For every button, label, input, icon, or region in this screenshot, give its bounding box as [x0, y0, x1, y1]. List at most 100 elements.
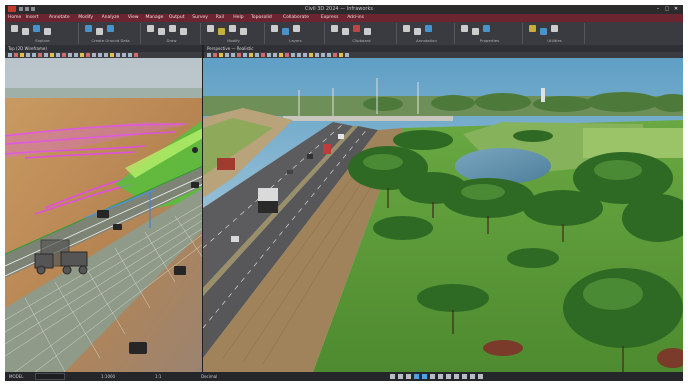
- ribbon-tool-icon[interactable]: [425, 25, 432, 32]
- scale-readout[interactable]: 1:1000: [101, 374, 115, 379]
- polar-icon[interactable]: [414, 374, 419, 379]
- model-tab[interactable]: MODEL: [9, 374, 23, 379]
- viewport-tool-icon[interactable]: [255, 53, 259, 57]
- viewport-tool-icon[interactable]: [68, 53, 72, 57]
- transparency-icon[interactable]: [446, 374, 451, 379]
- viewport-tool-icon[interactable]: [279, 53, 283, 57]
- ribbon-tool-icon[interactable]: [44, 28, 51, 35]
- viewport-tool-icon[interactable]: [231, 53, 235, 57]
- viewport-tool-icon[interactable]: [207, 53, 211, 57]
- ribbon-tool-icon[interactable]: [483, 25, 490, 32]
- viewport-tool-icon[interactable]: [14, 53, 18, 57]
- ribbon-tool-icon[interactable]: [107, 25, 114, 32]
- menu-tab-6[interactable]: Manage: [146, 15, 164, 21]
- maximize-icon[interactable]: □: [664, 6, 670, 12]
- viewport-tool-icon[interactable]: [219, 53, 223, 57]
- workspace-icon[interactable]: [470, 374, 475, 379]
- viewport-tool-icon[interactable]: [134, 53, 138, 57]
- menu-tab-0[interactable]: Home: [8, 15, 21, 21]
- viewport-tool-icon[interactable]: [128, 53, 132, 57]
- viewport-tool-icon[interactable]: [50, 53, 54, 57]
- menu-tab-1[interactable]: Insert: [26, 15, 39, 21]
- viewport-tool-icon[interactable]: [315, 53, 319, 57]
- viewport-tool-icon[interactable]: [32, 53, 36, 57]
- ribbon-tool-icon[interactable]: [551, 25, 558, 32]
- viewport-tool-icon[interactable]: [267, 53, 271, 57]
- ribbon-tool-icon[interactable]: [33, 25, 40, 32]
- viewport-tool-icon[interactable]: [237, 53, 241, 57]
- viewport-tool-icon[interactable]: [291, 53, 295, 57]
- ribbon-tool-icon[interactable]: [282, 28, 289, 35]
- ribbon-tool-icon[interactable]: [169, 25, 176, 32]
- ribbon-tool-icon[interactable]: [22, 28, 29, 35]
- layout-tabs[interactable]: [35, 373, 65, 380]
- left-viewport-title[interactable]: Top (2D Wireframe): [8, 46, 47, 51]
- viewport-tool-icon[interactable]: [86, 53, 90, 57]
- ribbon-tool-icon[interactable]: [11, 25, 18, 32]
- ribbon-tool-icon[interactable]: [180, 28, 187, 35]
- viewport-tool-icon[interactable]: [44, 53, 48, 57]
- annotation-icon[interactable]: [462, 374, 467, 379]
- viewport-tool-icon[interactable]: [297, 53, 301, 57]
- menu-tab-10[interactable]: Help: [233, 15, 243, 21]
- selection-icon[interactable]: [454, 374, 459, 379]
- ribbon-tool-icon[interactable]: [472, 28, 479, 35]
- viewport-tool-icon[interactable]: [285, 53, 289, 57]
- otrack-icon[interactable]: [430, 374, 435, 379]
- menu-tab-13[interactable]: Express: [321, 15, 339, 21]
- viewport-tool-icon[interactable]: [20, 53, 24, 57]
- viewport-tool-icon[interactable]: [74, 53, 78, 57]
- quick-access-new-icon[interactable]: [19, 7, 23, 11]
- app-logo-icon[interactable]: [8, 6, 16, 12]
- quick-access-save-icon[interactable]: [31, 7, 35, 11]
- viewport-tool-icon[interactable]: [98, 53, 102, 57]
- ribbon-tool-icon[interactable]: [207, 25, 214, 32]
- viewport-tool-icon[interactable]: [92, 53, 96, 57]
- ribbon-tool-icon[interactable]: [342, 28, 349, 35]
- menu-tab-4[interactable]: Analyze: [102, 15, 120, 21]
- menu-tab-2[interactable]: Annotate: [49, 15, 70, 21]
- menu-tab-7[interactable]: Output: [169, 15, 185, 21]
- viewport-tool-icon[interactable]: [249, 53, 253, 57]
- wireframe-viewport[interactable]: [5, 58, 203, 372]
- viewport-tool-icon[interactable]: [104, 53, 108, 57]
- annotation-scale[interactable]: 1:1: [155, 374, 161, 379]
- viewport-tool-icon[interactable]: [243, 53, 247, 57]
- menu-tab-3[interactable]: Modify: [78, 15, 93, 21]
- quick-access-open-icon[interactable]: [25, 7, 29, 11]
- viewport-tool-icon[interactable]: [110, 53, 114, 57]
- grid-icon[interactable]: [398, 374, 403, 379]
- menu-tab-11[interactable]: Toposolid: [251, 15, 272, 21]
- ribbon-tool-icon[interactable]: [403, 25, 410, 32]
- ribbon-tool-icon[interactable]: [331, 25, 338, 32]
- menu-tab-14[interactable]: Add-ins: [347, 15, 364, 21]
- ribbon-tool-icon[interactable]: [540, 28, 547, 35]
- snap-icon[interactable]: [390, 374, 395, 379]
- viewport-tool-icon[interactable]: [345, 53, 349, 57]
- viewport-tool-icon[interactable]: [62, 53, 66, 57]
- viewport-tool-icon[interactable]: [225, 53, 229, 57]
- ribbon-tool-icon[interactable]: [85, 25, 92, 32]
- menu-tab-12[interactable]: Collaborate: [283, 15, 309, 21]
- units-readout[interactable]: Decimal: [201, 374, 217, 379]
- ribbon-tool-icon[interactable]: [529, 25, 536, 32]
- viewport-tool-icon[interactable]: [26, 53, 30, 57]
- viewport-tool-icon[interactable]: [333, 53, 337, 57]
- ribbon-tool-icon[interactable]: [364, 28, 371, 35]
- viewport-tool-icon[interactable]: [56, 53, 60, 57]
- viewport-tool-icon[interactable]: [38, 53, 42, 57]
- lineweight-icon[interactable]: [438, 374, 443, 379]
- ribbon-tool-icon[interactable]: [147, 25, 154, 32]
- ribbon-tool-icon[interactable]: [293, 25, 300, 32]
- ribbon-tool-icon[interactable]: [158, 28, 165, 35]
- viewport-tool-icon[interactable]: [321, 53, 325, 57]
- menu-tab-5[interactable]: View: [128, 15, 139, 21]
- menu-tab-9[interactable]: Rail: [216, 15, 224, 21]
- ribbon-tool-icon[interactable]: [414, 28, 421, 35]
- viewport-tool-icon[interactable]: [261, 53, 265, 57]
- ribbon-tool-icon[interactable]: [271, 25, 278, 32]
- viewport-tool-icon[interactable]: [80, 53, 84, 57]
- viewport-tool-icon[interactable]: [327, 53, 331, 57]
- ribbon-tool-icon[interactable]: [240, 28, 247, 35]
- menu-tab-8[interactable]: Survey: [192, 15, 208, 21]
